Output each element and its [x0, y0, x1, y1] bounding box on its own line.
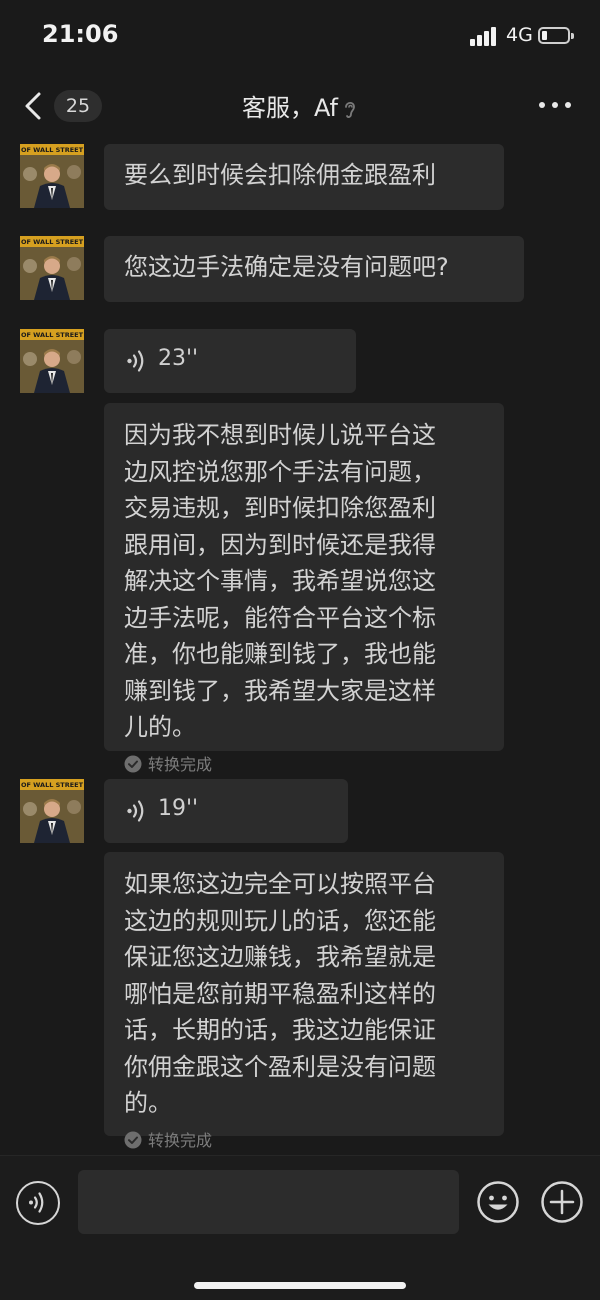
transcript-line: 赚到钱了，我希望大家是这样 — [124, 676, 436, 705]
voice-duration: 19'' — [158, 796, 199, 821]
plus-icon — [541, 1181, 583, 1223]
message-list[interactable]: OF WALL STREET 要么到时候会扣除佣金跟盈利 OF WALL STR… — [0, 140, 600, 1155]
check-circle-icon — [124, 1131, 142, 1148]
transcript-line: 你佣金跟这个盈利是没有问题 — [124, 1052, 436, 1081]
network-type: 4G — [506, 24, 533, 46]
avatar-banner-text: OF WALL STREET — [21, 331, 84, 339]
transcript-line: 如果您这边完全可以按照平台 — [124, 870, 436, 898]
voice-wave-icon — [127, 350, 144, 372]
voice-message-bubble[interactable]: 19'' — [104, 779, 348, 843]
conversion-status: 转换完成 — [124, 1128, 484, 1154]
voice-message-bubble[interactable]: 23'' — [104, 329, 356, 393]
input-bar — [0, 1155, 600, 1300]
message-bubble[interactable]: 要么到时候会扣除佣金跟盈利 — [104, 144, 504, 210]
transcript-line: 解决这个事情，我希望说您这 — [124, 567, 436, 595]
transcript-line: 保证您这边赚钱，我希望就是 — [124, 943, 436, 971]
avatar-banner-text: OF WALL STREET — [21, 146, 84, 154]
chat-title-text: 客服，Af — [241, 94, 338, 122]
avatar-banner-text: OF WALL STREET — [21, 238, 84, 246]
more-options-icon[interactable] — [537, 98, 573, 112]
message-bubble[interactable]: 您这边手法确定是没有问题吧? — [104, 236, 524, 302]
smiley-icon — [477, 1181, 519, 1223]
voice-duration: 23'' — [158, 346, 199, 371]
chat-title: 客服，Af — [0, 88, 600, 123]
transcript-line: 准，你也能赚到钱了，我也能 — [124, 640, 436, 668]
avatar-banner-text: OF WALL STREET — [21, 781, 84, 789]
emoji-button[interactable] — [476, 1180, 520, 1224]
message-input[interactable] — [78, 1170, 459, 1234]
transcript-line: 的。 — [124, 1089, 172, 1117]
battery-icon — [538, 27, 574, 44]
transcript-line: 因为我不想到时候儿说平台这 — [124, 421, 436, 449]
conversion-status: 转换完成 — [124, 752, 484, 778]
conversion-status-text: 转换完成 — [148, 754, 213, 774]
transcript-line: 跟用间，因为到时候还是我得 — [124, 530, 436, 559]
transcript-line: 哪怕是您前期平稳盈利这样的 — [124, 979, 436, 1008]
avatar-image: OF WALL STREET — [20, 779, 84, 843]
voice-wave-icon — [127, 800, 144, 822]
avatar-image: OF WALL STREET — [20, 144, 84, 208]
signal-icon — [470, 26, 498, 46]
avatar[interactable]: OF WALL STREET — [20, 329, 84, 393]
voice-transcript[interactable]: 如果您这边完全可以按照平台 这边的规则玩儿的话，您还能 保证您这边赚钱，我希望就… — [104, 852, 504, 1150]
status-bar: 21:06 4G — [0, 0, 600, 72]
chat-header: 25 客服，Af — [0, 72, 600, 140]
transcript-line: 儿的。 — [124, 713, 196, 741]
avatar[interactable]: OF WALL STREET — [20, 236, 84, 300]
transcript-line: 话，长期的话，我这边能保证 — [124, 1016, 436, 1044]
transcript-line: 边手法呢，能符合平台这个标 — [124, 603, 436, 632]
home-indicator[interactable] — [194, 1282, 406, 1289]
status-time: 21:06 — [42, 20, 119, 48]
voice-input-button[interactable] — [16, 1181, 60, 1225]
transcript-line: 交易违规，到时候扣除您盈利 — [124, 494, 436, 522]
transcript-line: 边风控说您那个手法有问题， — [124, 457, 436, 486]
transcript-line: 这边的规则玩儿的话，您还能 — [124, 906, 436, 935]
conversion-status-text: 转换完成 — [148, 1130, 213, 1150]
voice-wave-icon — [29, 1192, 44, 1213]
avatar-image: OF WALL STREET — [20, 329, 84, 393]
more-functions-button[interactable] — [540, 1180, 584, 1224]
earpiece-mode-icon — [345, 101, 355, 118]
check-circle-icon — [124, 755, 142, 772]
avatar[interactable]: OF WALL STREET — [20, 779, 84, 843]
avatar[interactable]: OF WALL STREET — [20, 144, 84, 208]
voice-transcript[interactable]: 因为我不想到时候儿说平台这 边风控说您那个手法有问题， 交易违规，到时候扣除您盈… — [104, 403, 504, 774]
avatar-image: OF WALL STREET — [20, 236, 84, 300]
